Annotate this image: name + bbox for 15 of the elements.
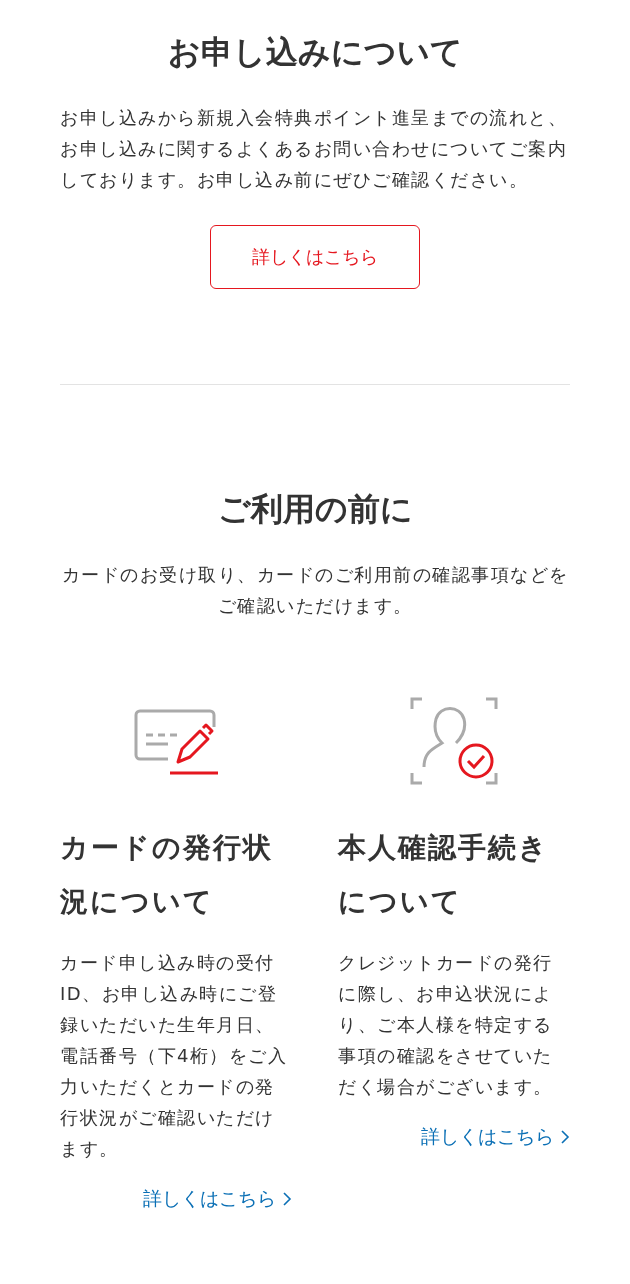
- card-description: カード申し込み時の受付ID、お申し込み時にご登録いただいた生年月日、電話番号（下4桁）をご入力いただくとカードの発行状況がご確認いただけます。: [60, 951, 289, 1161]
- details-button[interactable]: 詳しくはこちら: [210, 225, 420, 289]
- section-title: お申し込みについて: [166, 32, 464, 73]
- card-title: 本人確認手続きについて: [338, 830, 550, 920]
- card-description: クレジットカードの発行に際し、お申込状況により、ご本人様を特定する事項の確認をさせていただく場合がございます。: [338, 951, 554, 1099]
- chevron-right-icon: [560, 1129, 570, 1145]
- details-link[interactable]: 詳しくはこちら: [143, 1186, 292, 1212]
- section-description: カードのお受け取り、カードのご利用前の確認事項などをご確認いただけます。: [60, 563, 570, 618]
- chevron-right-icon: [282, 1191, 292, 1207]
- details-link[interactable]: 詳しくはこちら: [421, 1124, 570, 1150]
- card-title: カードの発行状況について: [60, 830, 274, 920]
- person-check-icon: [410, 697, 498, 785]
- card-pen-icon: [134, 707, 218, 775]
- section-title: ご利用の前に: [216, 489, 414, 530]
- section-description: お申し込みから新規入会特典ポイント進呈までの流れと、お申し込みに関するよくあるお問い合わせについてご案内しております。お申し込み前にぜひご確認ください。: [60, 106, 568, 192]
